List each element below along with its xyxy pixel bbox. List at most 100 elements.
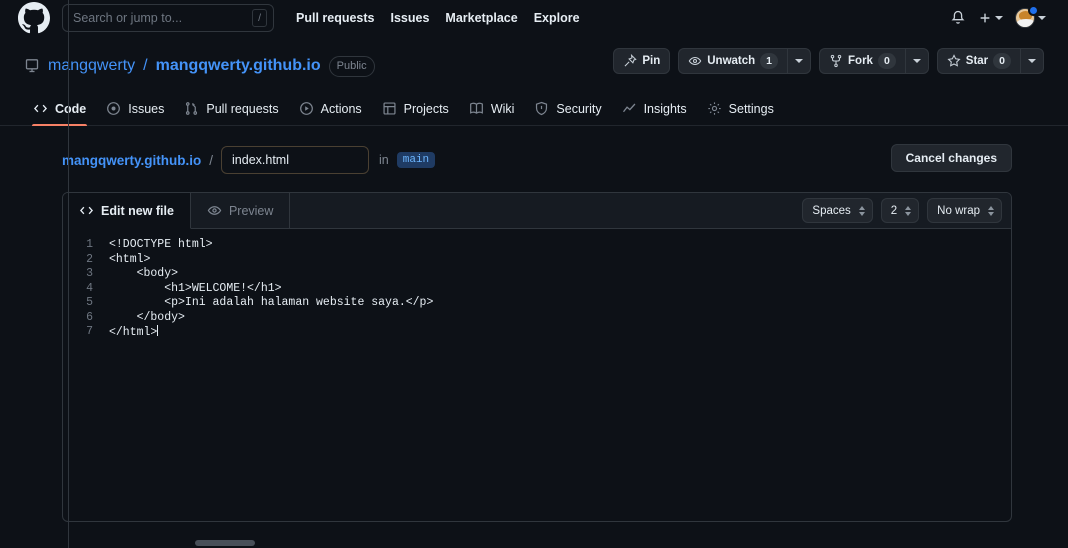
watch-dropdown-button[interactable] [787,48,812,74]
global-header-actions [950,5,1056,28]
code-line: <!DOCTYPE html> [109,238,213,251]
code-icon [33,101,48,116]
global-header: / Pull requests Issues Marketplace Explo… [0,0,1068,36]
star-dropdown-button[interactable] [1020,48,1044,74]
unwatch-button[interactable]: Unwatch 1 [678,48,788,74]
chevron-down-icon [995,16,1003,20]
chevron-down-icon [912,59,921,63]
text-cursor [157,325,159,336]
repo-tab-label: Security [556,101,602,116]
repo-tab-label: Insights [643,101,687,116]
watch-count: 1 [760,53,779,69]
repo-tab-settings[interactable]: Settings [698,101,783,125]
eye-icon [688,56,702,66]
editor-tab-label: Preview [228,203,274,218]
code-editor-area[interactable]: 1 2 3 4 5 6 7 <!DOCTYPE html> <html> <bo… [63,229,1011,521]
repo-separator: / [143,57,148,74]
chevron-down-icon [1028,59,1036,63]
editor-tabbar: Edit new file Preview Spaces 2 No wrap [63,193,1011,229]
repo-owner-link[interactable]: mangqwerty [48,57,135,75]
branch-in-label: in [379,153,389,167]
stepper-icon [905,205,912,216]
file-path-row: mangqwerty.github.io / in main Cancel ch… [62,144,1012,176]
indent-mode-select[interactable]: Spaces [802,198,873,223]
path-separator: / [209,152,214,168]
tab-preview[interactable]: Preview [191,193,291,228]
chevron-down-icon [795,59,804,63]
global-search[interactable]: / [62,4,274,32]
cancel-changes-button[interactable]: Cancel changes [890,144,1012,172]
issue-opened-icon [106,101,121,116]
filename-input[interactable] [221,146,370,174]
code-line: <html> [109,252,151,266]
repo-tab-security[interactable]: Security [525,101,610,125]
repository-actions: Pin Unwatch 1 Fork 0 Star 0 [613,48,1044,74]
user-menu[interactable] [1015,5,1046,28]
global-nav-links: Pull requests Issues Marketplace Explore [296,11,580,25]
fork-button-group: Fork 0 [819,48,929,74]
repo-tab-pull-requests[interactable]: Pull requests [175,101,287,125]
repo-book-icon [24,58,40,74]
repo-tab-label: Wiki [490,101,515,116]
code-line-last: </html> [109,325,1011,340]
code-line: <p>Ini adalah halaman website saya.</p> [109,296,434,309]
wrap-mode-value: No wrap [937,204,980,217]
repository-header: mangqwerty / mangqwerty.github.io Public… [0,36,1068,82]
play-icon [299,101,314,116]
repo-tab-label: Actions [320,101,362,116]
stepper-icon [858,205,865,216]
indent-size-value: 2 [890,204,898,217]
repo-tab-issues[interactable]: Issues [97,101,173,125]
pin-button[interactable]: Pin [613,48,671,74]
code-text[interactable]: <!DOCTYPE html> <html> <body> <h1>WELCOM… [95,238,1011,521]
tab-edit-new-file[interactable]: Edit new file [63,193,191,229]
code-line: </body> [109,310,185,324]
horizontal-scrollbar[interactable] [0,539,1068,548]
bell-icon[interactable] [950,10,966,26]
github-mark-icon[interactable] [18,2,50,34]
fork-label: Fork [848,55,873,67]
nav-link-issues[interactable]: Issues [391,11,430,25]
shield-icon [534,101,549,116]
repo-tab-label: Settings [728,101,774,116]
code-line: <body> [109,267,179,280]
branch-chip: main [396,152,436,168]
repository-nav: Code Issues Pull requests Actions Projec… [0,82,1068,126]
repo-tab-label: Code [55,101,87,116]
scrollbar-thumb[interactable] [195,540,255,546]
wrap-mode-select[interactable]: No wrap [927,198,1002,223]
nav-link-pull-requests[interactable]: Pull requests [296,11,375,25]
nav-link-marketplace[interactable]: Marketplace [445,11,517,25]
code-icon [79,203,94,218]
book-icon [469,101,484,116]
indent-size-select[interactable]: 2 [880,198,920,223]
graph-icon [622,101,637,116]
gear-icon [707,101,722,116]
fork-button[interactable]: Fork 0 [819,48,905,74]
repo-tab-insights[interactable]: Insights [613,101,696,125]
path-repo-link[interactable]: mangqwerty.github.io [62,153,201,168]
star-button[interactable]: Star 0 [936,48,1020,74]
create-new-menu[interactable] [978,11,1003,25]
watch-button-group: Unwatch 1 [678,48,812,74]
repo-tab-code[interactable]: Code [24,101,95,126]
repo-name-link[interactable]: mangqwerty.github.io [156,57,321,75]
repo-tab-label: Pull requests [206,101,279,116]
chevron-down-icon [1038,16,1046,20]
git-pull-request-icon [184,101,199,116]
search-input[interactable] [73,11,253,25]
plus-icon [980,13,990,23]
nav-link-explore[interactable]: Explore [534,11,580,25]
search-shortcut-key: / [252,8,267,28]
fork-count: 0 [877,53,896,69]
star-icon [947,54,961,67]
stepper-icon [988,205,994,216]
repo-visibility-badge: Public [328,55,375,77]
fork-dropdown-button[interactable] [904,48,929,74]
repo-tab-actions[interactable]: Actions [290,101,371,125]
repo-tab-wiki[interactable]: Wiki [460,101,524,125]
star-label: Star [965,55,989,67]
pin-icon [624,54,638,67]
code-line: </html> [109,326,158,339]
repo-tab-projects[interactable]: Projects [373,101,458,125]
